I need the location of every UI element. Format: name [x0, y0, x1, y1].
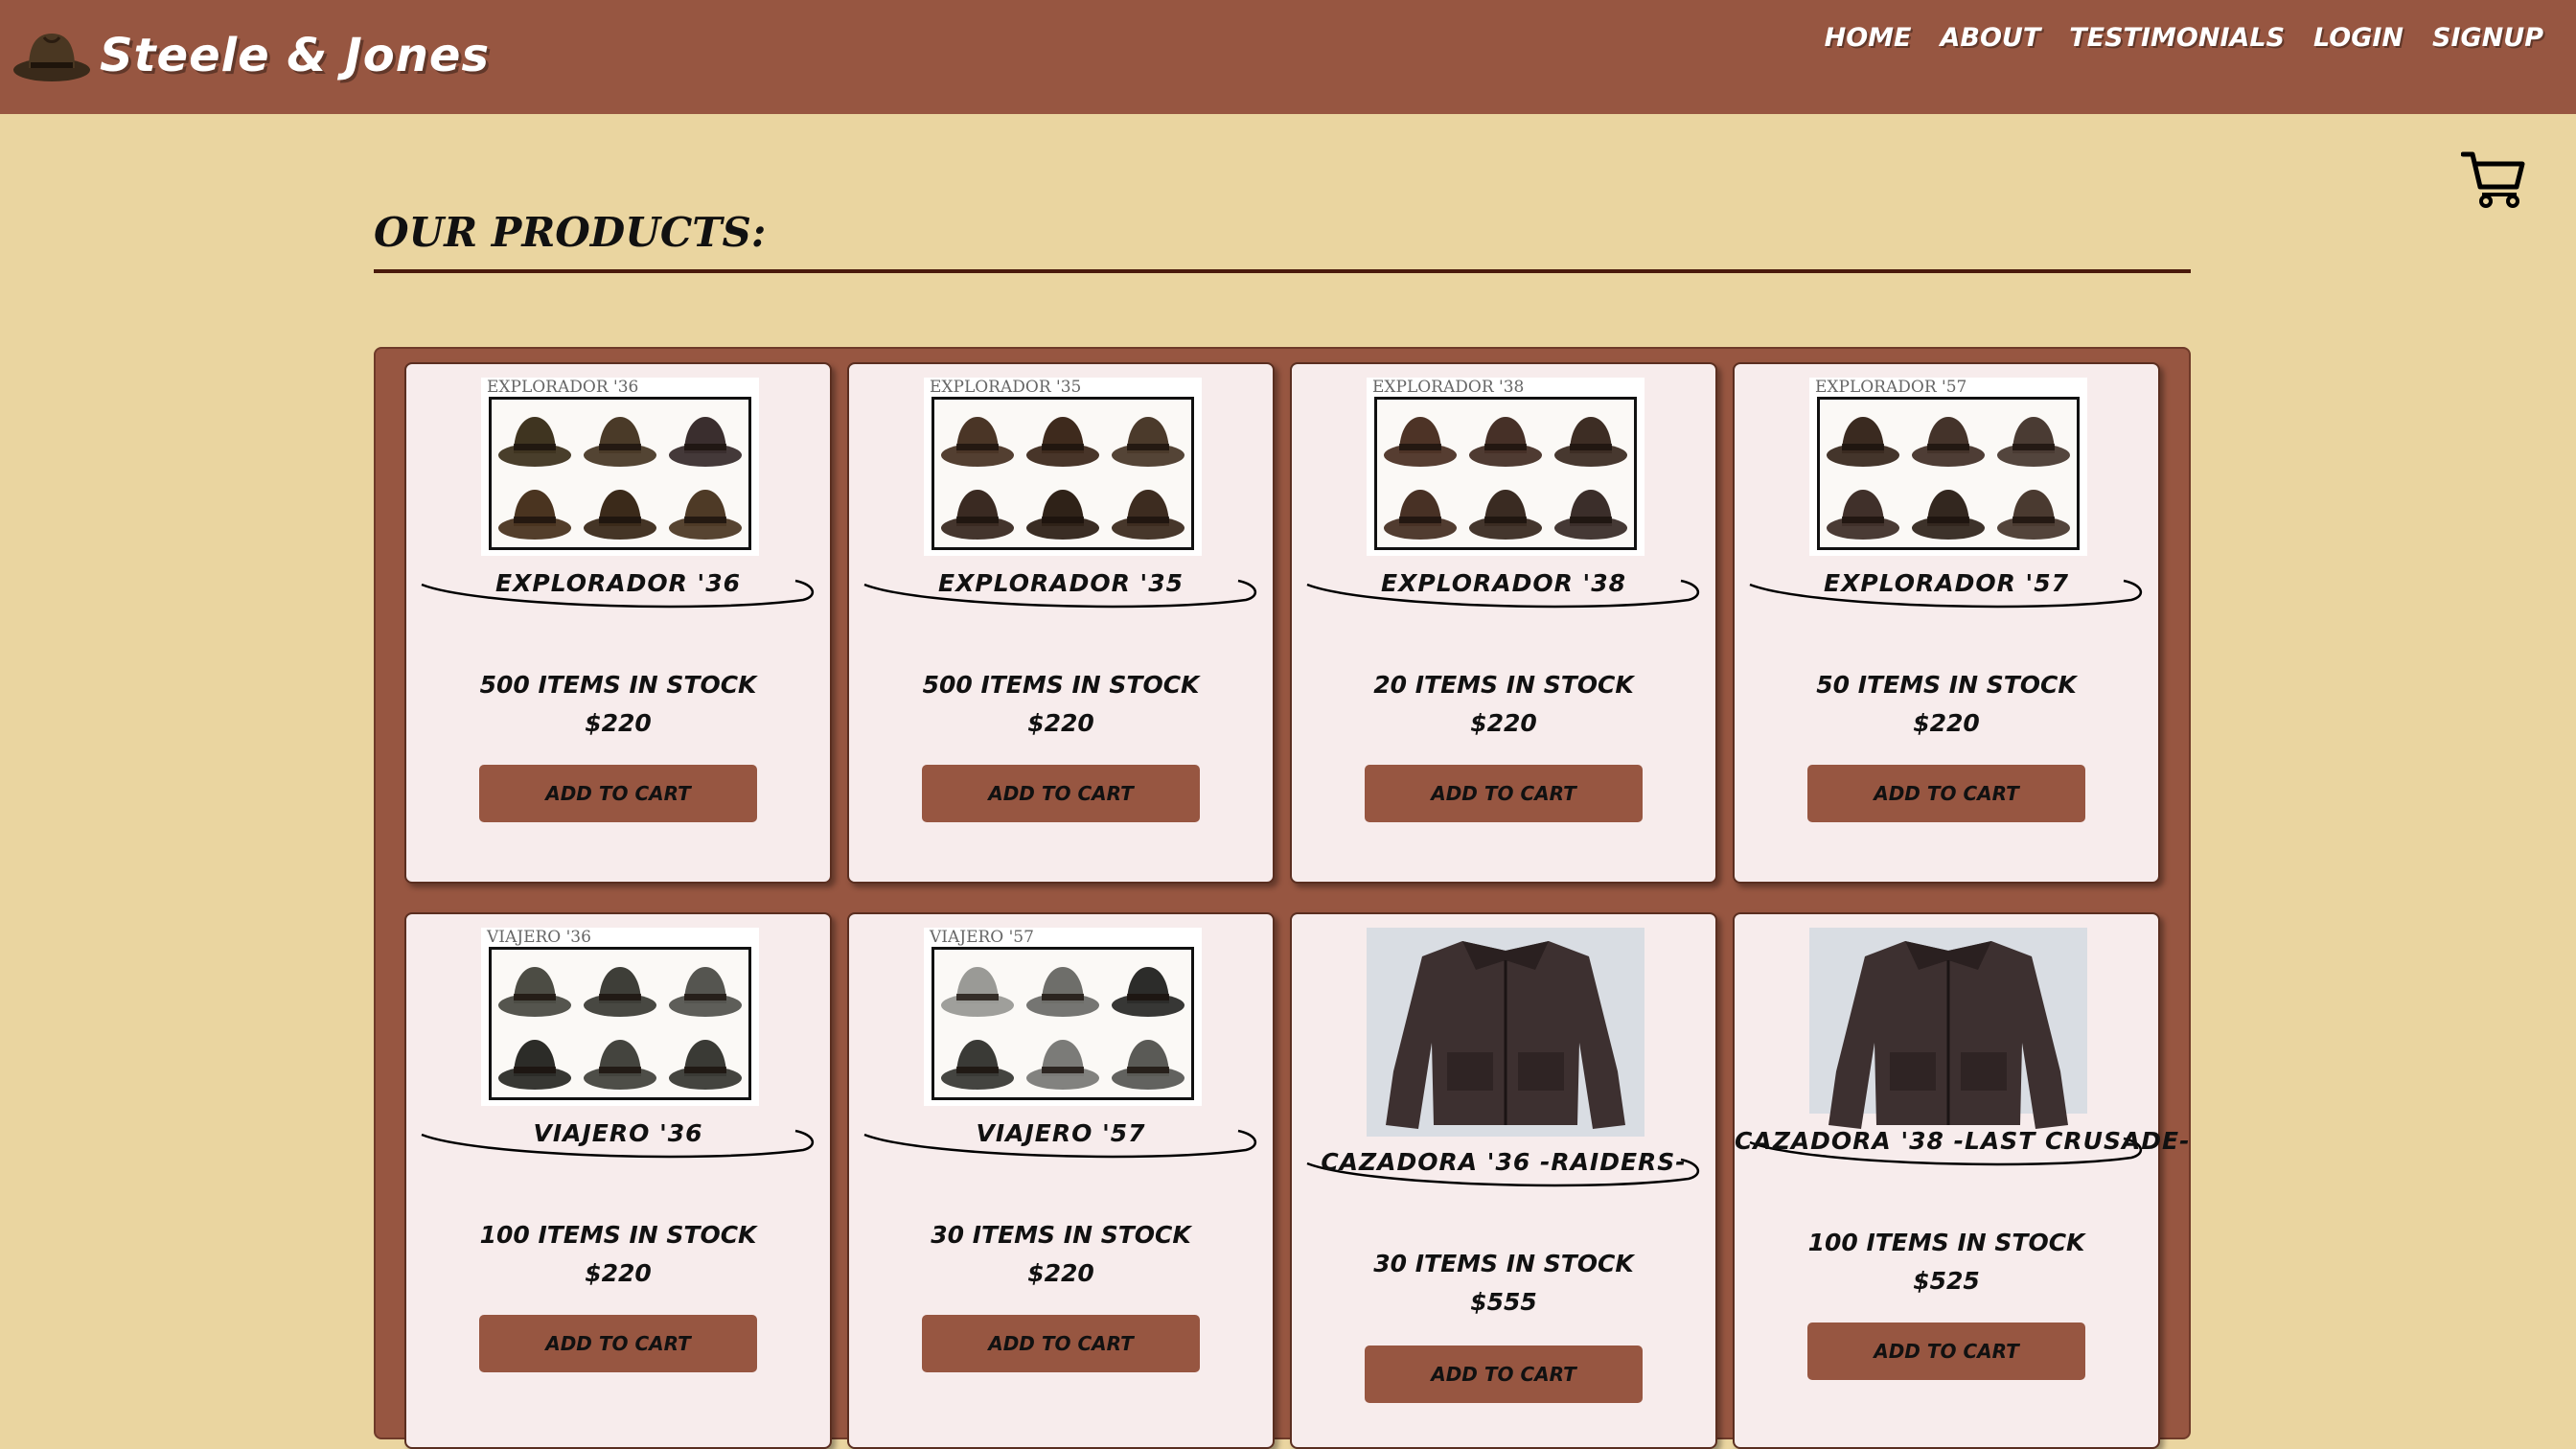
product-image	[1367, 928, 1644, 1137]
nav-testimonials[interactable]: TESTIMONIALS	[2069, 23, 2285, 53]
product-name: EXPLORADOR '38	[1381, 569, 1626, 597]
add-to-cart-button[interactable]: ADD TO CART	[922, 765, 1200, 822]
product-name: EXPLORADOR '36	[495, 569, 741, 597]
image-caption: EXPLORADOR '36	[487, 378, 639, 397]
image-frame	[932, 397, 1194, 550]
shopping-cart-icon[interactable]	[2461, 149, 2526, 208]
product-card: EXPLORADOR '35 EXPLORADOR '35 500 ITEMS IN…	[847, 362, 1275, 884]
image-frame	[489, 947, 751, 1100]
add-to-cart-button[interactable]: ADD TO CART	[479, 1315, 757, 1372]
product-price: $220	[1470, 709, 1537, 737]
brand-link[interactable]: Steele & Jones	[12, 12, 490, 100]
stock-count: 30 ITEMS IN STOCK	[1373, 1250, 1634, 1277]
product-card: EXPLORADOR '57 EXPLORADOR '57 50 ITEMS IN …	[1733, 362, 2160, 884]
leather-jacket-image	[1386, 941, 1625, 1129]
add-to-cart-button[interactable]: ADD TO CART	[1807, 765, 2085, 822]
image-caption: EXPLORADOR '38	[1372, 378, 1525, 397]
product-name: EXPLORADOR '35	[938, 569, 1184, 597]
stock-count: 50 ITEMS IN STOCK	[1816, 671, 2077, 699]
product-image: EXPLORADOR '35	[924, 378, 1202, 556]
main-nav: HOME ABOUT TESTIMONIALS LOGIN SIGNUP	[1825, 23, 2543, 53]
stock-count: 100 ITEMS IN STOCK	[479, 1221, 757, 1249]
hat-collage-image	[941, 417, 1184, 540]
image-caption: VIAJERO '36	[487, 928, 591, 947]
product-image: EXPLORADOR '38	[1367, 378, 1644, 556]
product-image: EXPLORADOR '36	[481, 378, 759, 556]
image-caption: EXPLORADOR '35	[930, 378, 1082, 397]
product-price: $525	[1913, 1267, 1980, 1295]
header-bar: Steele & Jones HOME ABOUT TESTIMONIALS L…	[0, 0, 2576, 114]
product-card: CAZADORA '38 -LAST CRUSADE- 100 ITEMS IN …	[1733, 912, 2191, 1449]
image-caption: VIAJERO '57	[930, 928, 1034, 947]
product-name: VIAJERO '57	[976, 1119, 1146, 1147]
product-name: CAZADORA '38 -LAST CRUSADE-	[1735, 1127, 2191, 1155]
fedora-hat-icon	[13, 34, 90, 81]
hat-collage-image	[941, 967, 1184, 1090]
stock-count: 100 ITEMS IN STOCK	[1807, 1229, 2085, 1256]
stock-count: 500 ITEMS IN STOCK	[479, 671, 757, 699]
product-image	[1809, 928, 2087, 1129]
product-image: EXPLORADOR '57	[1809, 378, 2087, 556]
image-frame	[1817, 397, 2080, 550]
hat-collage-image	[1827, 417, 2070, 540]
heading-divider	[374, 269, 2191, 273]
product-name: EXPLORADOR '57	[1824, 569, 2069, 597]
add-to-cart-button[interactable]: ADD TO CART	[922, 1315, 1200, 1372]
stock-count: 20 ITEMS IN STOCK	[1373, 671, 1634, 699]
add-to-cart-button[interactable]: ADD TO CART	[1365, 1346, 1643, 1403]
product-card: VIAJERO '36 VIAJERO '36 100 ITEMS IN STOCK…	[404, 912, 832, 1449]
nav-about[interactable]: ABOUT	[1940, 23, 2040, 53]
product-price: $220	[1027, 709, 1094, 737]
stock-count: 500 ITEMS IN STOCK	[922, 671, 1200, 699]
image-frame	[1374, 397, 1637, 550]
stock-count: 30 ITEMS IN STOCK	[931, 1221, 1191, 1249]
product-image: VIAJERO '57	[924, 928, 1202, 1106]
add-to-cart-button[interactable]: ADD TO CART	[1365, 765, 1643, 822]
nav-signup[interactable]: SIGNUP	[2432, 23, 2543, 53]
product-name: CAZADORA '36 -RAIDERS-	[1321, 1148, 1687, 1176]
product-card: VIAJERO '57 VIAJERO '57 30 ITEMS IN STOCK $…	[847, 912, 1275, 1449]
product-card: EXPLORADOR '38 EXPLORADOR '38 20 ITEMS IN …	[1290, 362, 1717, 884]
product-price: $220	[1913, 709, 1980, 737]
image-frame	[932, 947, 1194, 1100]
brand-name: Steele & Jones	[100, 29, 491, 82]
image-caption: EXPLORADOR '57	[1815, 378, 1967, 397]
page-title: OUR PRODUCTS:	[374, 209, 767, 256]
product-price: $220	[585, 709, 652, 737]
nav-login[interactable]: LOGIN	[2313, 23, 2404, 53]
product-image: VIAJERO '36	[481, 928, 759, 1106]
add-to-cart-button[interactable]: ADD TO CART	[1807, 1322, 2085, 1380]
product-price: $220	[585, 1259, 652, 1287]
hat-collage-image	[1384, 417, 1627, 540]
leather-jacket-image	[1828, 941, 2068, 1129]
product-card: EXPLORADOR '36 EXPLORADOR '36 500 ITEMS IN…	[404, 362, 832, 884]
product-name: VIAJERO '36	[533, 1119, 703, 1147]
hat-collage-image	[498, 967, 742, 1090]
product-card: CAZADORA '36 -RAIDERS- 30 ITEMS IN STOCK $…	[1290, 912, 1717, 1449]
nav-home[interactable]: HOME	[1825, 23, 1912, 53]
product-price: $220	[1027, 1259, 1094, 1287]
hat-collage-image	[498, 417, 742, 540]
image-frame	[489, 397, 751, 550]
product-price: $555	[1470, 1288, 1537, 1316]
product-grid: EXPLORADOR '36 EXPLORADOR '36 500 ITEMS IN…	[374, 347, 2191, 1449]
add-to-cart-button[interactable]: ADD TO CART	[479, 765, 757, 822]
